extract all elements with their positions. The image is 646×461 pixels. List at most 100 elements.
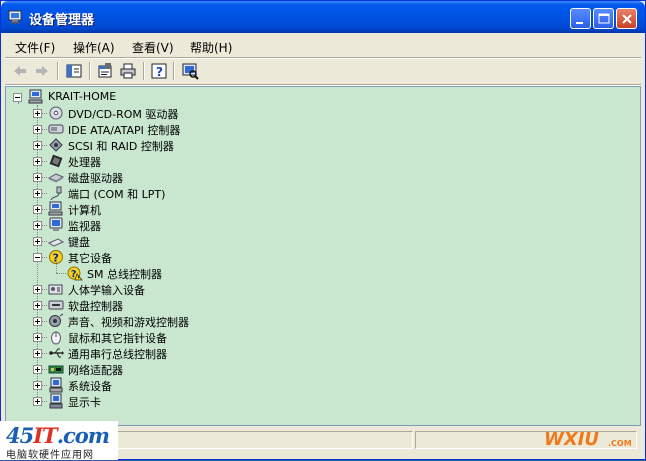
tree-node[interactable]: SCSI 和 RAID 控制器 — [6, 137, 406, 153]
tree-node[interactable]: 监视器 — [6, 217, 406, 233]
toolbar: ? — [5, 59, 641, 85]
floppy-controller-icon — [48, 300, 64, 310]
tree-node[interactable]: 键盘 — [6, 233, 406, 249]
tree-node[interactable]: ? 其它设备 — [6, 249, 406, 265]
tree-connector — [42, 209, 47, 210]
tree-node-label: 键盘 — [68, 236, 90, 249]
tree-node-label: 鼠标和其它指针设备 — [68, 332, 167, 345]
maximize-button[interactable] — [593, 8, 614, 29]
expand-icon[interactable] — [33, 381, 42, 390]
device-tree[interactable]: KRAIT-HOME DVD/CD-ROM 驱动器 IDE ATA/ATAPI 控… — [5, 86, 641, 426]
port-icon — [50, 186, 62, 201]
sound-icon — [49, 313, 64, 327]
expand-icon[interactable] — [33, 189, 42, 198]
tree-connector — [42, 129, 47, 130]
monitor-icon — [49, 217, 63, 231]
tree-node[interactable]: 声音、视频和游戏控制器 — [6, 313, 406, 329]
menu-action[interactable]: 操作(A) — [73, 39, 115, 56]
tree-node-label: 处理器 — [68, 156, 101, 169]
expand-icon[interactable] — [33, 317, 42, 326]
tree-node-label: 人体学输入设备 — [68, 284, 145, 297]
expand-icon[interactable] — [33, 333, 42, 342]
tree-node[interactable]: IDE ATA/ATAPI 控制器 — [6, 121, 406, 137]
expand-icon[interactable] — [33, 221, 42, 230]
toolbar-separator — [143, 62, 145, 80]
tree-connector — [56, 273, 66, 274]
cdrom-icon — [49, 106, 63, 120]
expand-icon[interactable] — [33, 125, 42, 134]
expand-icon[interactable] — [33, 173, 42, 182]
processor-icon — [49, 154, 63, 168]
tree-node-label: DVD/CD-ROM 驱动器 — [68, 108, 179, 121]
menu-file[interactable]: 文件(F) — [15, 39, 55, 56]
tree-connector — [42, 305, 47, 306]
tree-node[interactable]: 鼠标和其它指针设备 — [6, 329, 406, 345]
window-title: 设备管理器 — [29, 13, 95, 28]
help-icon[interactable]: ? — [150, 62, 168, 80]
forward-arrow-icon[interactable] — [33, 62, 51, 80]
watermark-brand: 45IT.com — [6, 423, 110, 448]
back-arrow-icon[interactable] — [11, 62, 29, 80]
expand-icon[interactable] — [33, 141, 42, 150]
minimize-button[interactable] — [570, 8, 591, 29]
tree-node[interactable]: 磁盘驱动器 — [6, 169, 406, 185]
watermark-wxiu-text: WXIU — [544, 429, 600, 450]
title-bar[interactable]: 设备管理器 — [1, 1, 645, 33]
expand-icon[interactable] — [33, 365, 42, 374]
display-adapter-icon — [49, 393, 63, 409]
tree-node[interactable]: 软盘控制器 — [6, 297, 406, 313]
tree-child-node[interactable]: ? SM 总线控制器 — [6, 259, 406, 281]
tree-node[interactable]: 通用串行总线控制器 — [6, 345, 406, 361]
scsi-controller-icon — [49, 138, 63, 152]
tree-connector — [42, 321, 47, 322]
show-hide-console-tree-icon[interactable] — [65, 62, 83, 80]
tree-connector — [56, 259, 57, 273]
expand-icon[interactable] — [33, 301, 42, 310]
tree-node-label: 软盘控制器 — [68, 300, 123, 313]
tree-root-node[interactable]: KRAIT-HOME — [6, 89, 306, 105]
tree-node[interactable]: DVD/CD-ROM 驱动器 — [6, 105, 406, 121]
mouse-icon — [51, 331, 61, 345]
expand-icon[interactable] — [33, 285, 42, 294]
tree-node[interactable]: 计算机 — [6, 201, 406, 217]
tree-connector — [42, 225, 47, 226]
menu-bar: 文件(F) 操作(A) 查看(V) 帮助(H) — [5, 35, 641, 57]
tree-connector — [42, 241, 47, 242]
maximize-icon — [598, 13, 610, 24]
tree-node-label: 计算机 — [68, 204, 101, 217]
print-icon[interactable] — [119, 62, 137, 80]
tree-connector — [42, 161, 47, 162]
collapse-icon[interactable] — [33, 253, 42, 262]
tree-connector — [42, 385, 47, 386]
tree-node-label: 显示卡 — [68, 396, 101, 409]
svg-text:?: ? — [156, 65, 163, 79]
tree-connector — [42, 145, 47, 146]
expand-icon[interactable] — [33, 397, 42, 406]
system-device-icon — [49, 377, 63, 393]
expand-icon[interactable] — [33, 109, 42, 118]
tree-node[interactable]: 系统设备 — [6, 377, 406, 393]
expand-icon[interactable] — [33, 205, 42, 214]
tree-node-label: 端口 (COM 和 LPT) — [68, 188, 166, 201]
close-button[interactable] — [616, 8, 637, 29]
scan-hardware-icon[interactable] — [181, 62, 199, 80]
tree-node-label: 声音、视频和游戏控制器 — [68, 316, 189, 329]
tree-node-label: 其它设备 — [68, 252, 112, 265]
menu-view[interactable]: 查看(V) — [132, 39, 174, 56]
tree-node[interactable]: 网络适配器 — [6, 361, 406, 377]
usb-icon — [49, 348, 64, 358]
properties-icon[interactable] — [96, 62, 114, 80]
toolbar-separator — [57, 62, 59, 80]
watermark-45it-logo: 45IT.com 电脑软硬件应用网 — [0, 421, 118, 461]
tree-node[interactable]: 人体学输入设备 — [6, 281, 406, 297]
expand-icon[interactable] — [33, 157, 42, 166]
menu-help[interactable]: 帮助(H) — [190, 39, 232, 56]
tree-node[interactable]: 处理器 — [6, 153, 406, 169]
tree-node-label: 通用串行总线控制器 — [68, 348, 167, 361]
tree-node[interactable]: 端口 (COM 和 LPT) — [6, 185, 406, 201]
expand-icon[interactable] — [33, 237, 42, 246]
tree-connector — [42, 401, 47, 402]
tree-node-label: 监视器 — [68, 220, 101, 233]
expand-icon[interactable] — [33, 349, 42, 358]
tree-node[interactable]: 显示卡 — [6, 393, 406, 409]
